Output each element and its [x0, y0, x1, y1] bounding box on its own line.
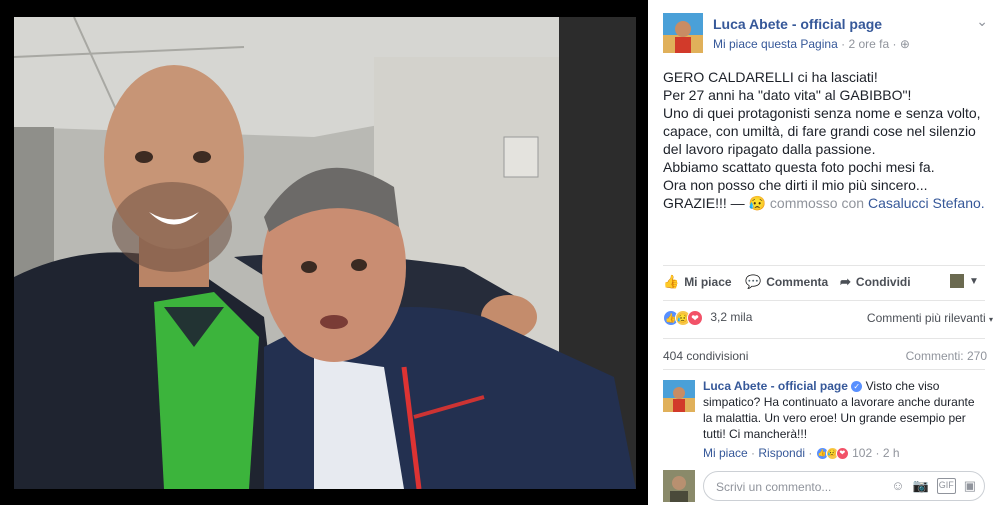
- emoji-icon[interactable]: ☺: [891, 478, 904, 494]
- user-avatar: [663, 470, 695, 502]
- action-bar: 👍 Mi piace 💬 Commenta ➦ Condividi ▼: [663, 272, 993, 294]
- like-button[interactable]: 👍 Mi piace: [663, 274, 732, 290]
- post-line: Per 27 anni ha "dato vita" al GABIBBO"!: [663, 87, 912, 103]
- comment-label: Commenta: [766, 275, 829, 289]
- reactions-row: 👍😥 ❤ 3,2 mila Commenti più rilevanti ▾: [663, 310, 993, 328]
- sad-emoji-icon: 😥: [748, 195, 767, 211]
- sticker-icon[interactable]: ▣: [964, 478, 976, 494]
- love-reaction-icon: ❤: [835, 447, 849, 461]
- comment-button[interactable]: 💬 Commenta: [745, 274, 828, 290]
- selfie-illustration: [14, 17, 636, 489]
- comment-author-link[interactable]: Luca Abete - official page: [703, 379, 848, 393]
- post-line: Ora non posso che dirti il mio più since…: [663, 177, 928, 193]
- comment-placeholder: Scrivi un commento...: [716, 480, 832, 494]
- caret-down-icon: ▾: [988, 315, 993, 324]
- feeling-text: commosso con: [769, 195, 865, 211]
- comment-sort-label: Commenti più rilevanti: [866, 311, 986, 325]
- comment-avatar[interactable]: [663, 380, 695, 412]
- comment-body: Luca Abete - official page ✓ Visto che v…: [703, 378, 981, 442]
- page-avatar[interactable]: [663, 13, 703, 53]
- chevron-down-icon[interactable]: ⌄: [976, 13, 988, 30]
- comment-composer: Scrivi un commento... ☺ 📷 GIF ▣: [663, 470, 985, 502]
- share-arrow-icon: ➦: [840, 274, 851, 289]
- post-line: GRAZIE!!! — 😥 commosso con Casalucci Ste…: [663, 194, 993, 212]
- camera-icon[interactable]: 📷: [913, 478, 929, 494]
- share-button[interactable]: ➦ Condividi: [840, 274, 911, 290]
- composer-tools: ☺ 📷 GIF ▣: [891, 478, 976, 494]
- post-line: Uno di quei protagonisti senza nome e se…: [663, 105, 981, 157]
- post-timestamp[interactable]: 2 ore fa: [848, 37, 889, 51]
- divider: [663, 300, 985, 301]
- verified-badge-icon: ✓: [851, 381, 863, 393]
- comment-reply-link[interactable]: Rispondi: [758, 446, 805, 460]
- footer-separator: ·: [875, 446, 883, 460]
- comment-time[interactable]: 2 h: [883, 446, 900, 460]
- like-page-link[interactable]: Mi piace questa Pagina: [713, 37, 838, 51]
- comment-like-link[interactable]: Mi piace: [703, 446, 748, 460]
- post-photo[interactable]: [14, 17, 636, 489]
- globe-icon: ⊕: [899, 37, 910, 51]
- reaction-count[interactable]: 3,2 mila: [710, 310, 752, 324]
- speech-bubble-icon: 💬: [745, 274, 762, 289]
- comment-count: Commenti: 270: [905, 349, 987, 363]
- photo-stage: [0, 0, 648, 505]
- share-label: Condividi: [855, 275, 911, 289]
- page-name-link[interactable]: Luca Abete - official page: [713, 16, 882, 32]
- avatar-image: [663, 470, 695, 502]
- post-text: GERO CALDARELLI ci ha lasciati! Per 27 a…: [663, 68, 993, 212]
- divider: [663, 265, 985, 266]
- love-reaction-icon: ❤: [687, 310, 703, 326]
- meta-separator: ·: [892, 37, 897, 51]
- divider: [663, 369, 985, 370]
- post-sidebar: Luca Abete - official page Mi piace ques…: [648, 0, 1000, 505]
- post-line: Abbiamo scattato questa foto pochi mesi …: [663, 159, 935, 175]
- post-meta: Mi piace questa Pagina · 2 ore fa · ⊕: [713, 37, 910, 51]
- avatar-image: [663, 13, 703, 53]
- post-line-text: GRAZIE!!! —: [663, 195, 745, 211]
- actor-selector[interactable]: ▼: [950, 274, 979, 288]
- share-count[interactable]: 404 condivisioni: [663, 349, 748, 363]
- comment-sort-dropdown[interactable]: Commenti più rilevanti ▾: [867, 311, 993, 325]
- meta-separator: ·: [841, 37, 846, 51]
- footer-separator: ·: [808, 446, 816, 460]
- user-avatar-small: [950, 274, 964, 288]
- post-viewer: Luca Abete - official page Mi piace ques…: [0, 0, 1000, 505]
- post-stats: 404 condivisioni Commenti: 270: [663, 349, 987, 363]
- tagged-person-link[interactable]: Casalucci Stefano.: [868, 195, 985, 211]
- post-header: Luca Abete - official page Mi piace ques…: [663, 13, 993, 55]
- like-label: Mi piace: [684, 275, 732, 289]
- thumbs-up-icon: 👍: [663, 274, 680, 289]
- divider: [663, 338, 985, 339]
- comment-reaction-count[interactable]: 102: [852, 446, 872, 460]
- gif-icon[interactable]: GIF: [936, 478, 956, 494]
- avatar-image: [663, 380, 695, 412]
- post-line: GERO CALDARELLI ci ha lasciati!: [663, 69, 878, 85]
- comment-input[interactable]: Scrivi un commento... ☺ 📷 GIF ▣: [703, 471, 985, 501]
- chevron-down-icon: ▼: [969, 275, 979, 287]
- comment-footer: Mi piace · Rispondi · 👍😥 ❤ 102 · 2 h: [703, 446, 900, 461]
